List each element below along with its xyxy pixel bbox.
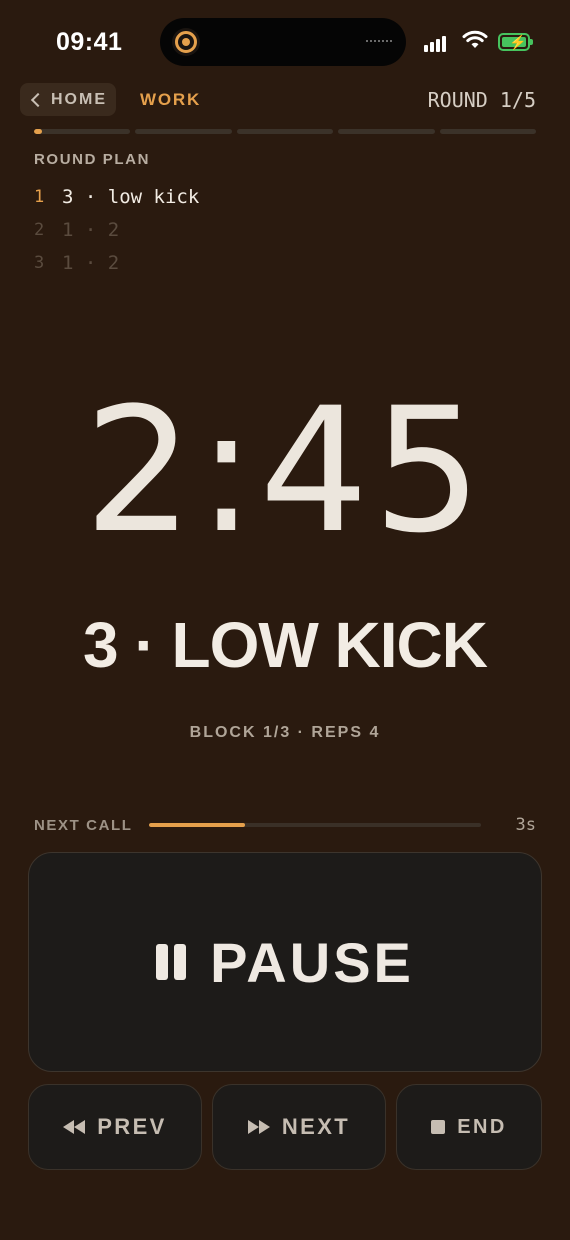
dynamic-island [160,18,406,66]
round-plan-item-index: 1 [34,186,45,207]
wifi-icon [462,30,488,55]
next-call-progress-fill [149,823,246,827]
round-plan-list: 1 3 · low kick 2 1 · 2 3 1 · 2 [34,180,199,279]
next-button-label: NEXT [281,1114,351,1139]
round-plan-title: ROUND PLAN [34,151,150,168]
pause-icon [156,944,187,980]
next-call-label: NEXT CALL [34,817,133,834]
island-activity-indicator [366,40,392,42]
cellular-signal-icon [424,34,448,52]
round-progress-segment [135,129,232,134]
round-plan-item-text: 1 · 2 [62,218,120,241]
end-button[interactable]: END [396,1084,542,1170]
round-counter: ROUND 1/5 [427,88,536,112]
prev-button[interactable]: PREV [28,1084,202,1170]
round-plan-item-index: 3 [34,252,45,273]
countdown-timer: 2:45 [83,370,487,571]
next-call-progress-bar [149,823,481,827]
round-plan-item: 1 3 · low kick [34,180,199,213]
round-plan-item: 3 1 · 2 [34,246,199,279]
home-button-label: HOME [51,90,107,108]
round-progress-segment [236,129,334,134]
timer-app-icon [172,28,200,56]
status-time: 09:41 [56,28,123,56]
round-plan-item-index: 2 [34,219,45,240]
block-info: BLOCK 1/3 · REPS 4 [189,724,381,741]
round-plan-item-text: 3 · low kick [62,185,200,208]
rewind-icon [63,1120,86,1134]
phase-label: WORK [140,90,202,109]
prev-button-label: PREV [97,1114,167,1139]
next-button[interactable]: NEXT [212,1084,386,1170]
battery-icon: ⚡ [498,33,533,51]
stop-icon [431,1120,446,1134]
round-progress-segment [34,129,131,134]
round-progress-fill [34,129,42,134]
home-button[interactable]: HOME [20,83,116,116]
pause-button-label: PAUSE [210,930,414,994]
round-progress-bar [34,129,537,134]
round-progress-segment [338,129,435,134]
round-progress-segment [439,129,537,134]
charging-bolt-icon: ⚡ [509,34,527,50]
round-plan-item: 2 1 · 2 [34,213,199,246]
current-call: 3 · LOW KICK [83,609,488,681]
pause-button[interactable]: PAUSE [28,852,542,1072]
next-call-seconds: 3s [515,815,536,835]
end-button-label: END [457,1115,507,1138]
round-plan-item-text: 1 · 2 [62,251,120,274]
fast-forward-icon [247,1120,270,1134]
chevron-left-icon [30,92,46,107]
